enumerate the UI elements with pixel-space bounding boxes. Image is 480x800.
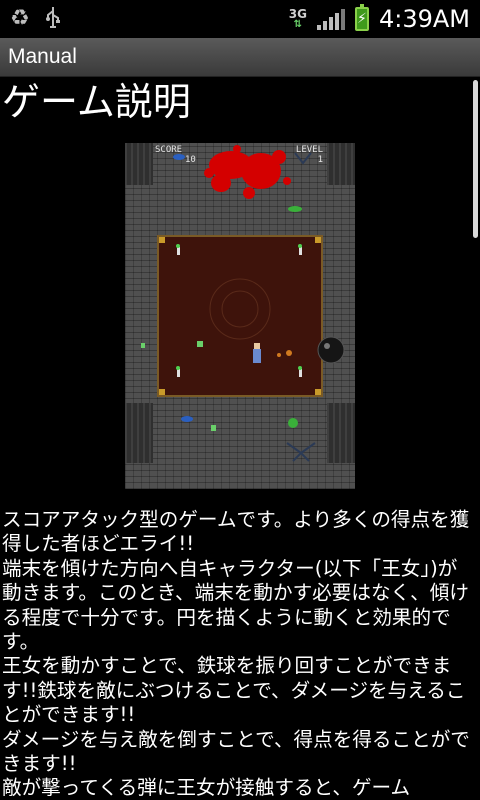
paragraph: 端末を傾けた方向へ自キャラクター(以下「王女」)が動きます。このとき、端末を動か… <box>2 556 469 654</box>
title-bar: Manual <box>0 38 480 77</box>
paragraph: 敵が撃ってくる弾に王女が接触すると、ゲーム <box>2 776 411 800</box>
status-bar: ♻ 3G ⇅ ⚡ 4:39AM <box>0 0 480 38</box>
manual-body: スコアアタック型のゲームです。より多くの得点を獲得した者ほどエライ!! 端末を傾… <box>2 508 472 800</box>
usb-icon <box>44 5 62 34</box>
paragraph: 王女を動かすことで、鉄球を振り回すことができます!!鉄球を敵にぶつけることで、ダ… <box>2 654 466 727</box>
status-time: 4:39AM <box>378 5 470 33</box>
battery-charging-icon: ⚡ <box>354 4 369 31</box>
recycle-icon: ♻ <box>10 6 30 31</box>
paragraph: スコアアタック型のゲームです。より多くの得点を獲得した者ほどエライ!! <box>2 508 470 556</box>
signal-icon <box>316 8 345 30</box>
game-sprites <box>141 152 345 462</box>
game-screenshot: SCORE 10 LEVEL 1 <box>125 143 355 489</box>
app-title: Manual <box>8 45 77 68</box>
network-3g-icon: 3G ⇅ <box>288 7 307 30</box>
scrollbar[interactable] <box>473 80 478 238</box>
manual-content[interactable]: ゲーム説明 SCORE 10 LEVEL 1 スコアアタック型のゲームです。より… <box>0 77 480 800</box>
page-title: ゲーム説明 <box>2 80 191 124</box>
paragraph: ダメージを与え敵を倒すことで、得点を得ることができます!! <box>2 727 470 776</box>
